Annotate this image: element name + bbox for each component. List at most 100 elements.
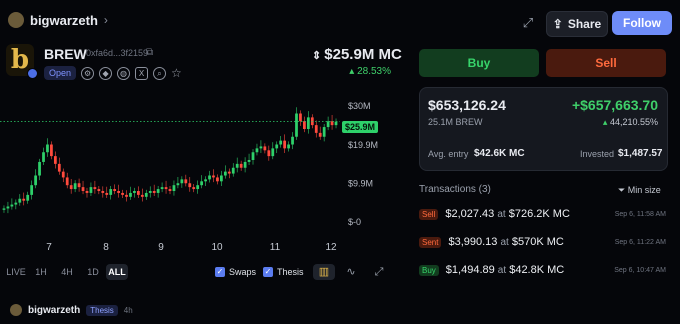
candle-body [251,152,255,160]
x-tick-label: 9 [158,242,164,253]
candle-chart-icon[interactable]: ▥ [313,264,335,280]
range-all[interactable]: ALL [106,264,128,280]
position-value: $653,126.24 [428,97,506,113]
search-icon[interactable]: ⌕ [153,66,167,80]
tx-mc: $42.8K MC [509,264,565,276]
candle-body [18,198,22,203]
candle-body [97,189,101,191]
avg-entry-value: $42.6K MC [474,148,525,159]
post-time: 4h [123,305,133,315]
candle-body [299,113,302,122]
market-cap: ⇕ $25.9M MC [312,46,402,63]
tx-summary: $3,990.13 at $570K MC [448,236,563,248]
follow-button[interactable]: Follow [612,11,672,35]
post-preview[interactable]: bigwarzeth Thesis 4h [10,304,133,316]
candle-body [283,140,287,149]
transaction-row[interactable]: Buy $1,494.89 at $42.8K MC Sep 6, 10:47 … [419,261,666,279]
candle-body [326,121,330,128]
y-tick-label: $30M [348,101,371,111]
candle-body [93,187,97,190]
candle-body [184,179,188,184]
share-button[interactable]: ⇪ Share [546,11,608,37]
x-icon[interactable]: X [135,66,149,80]
market-cap-change: ▴ 28.53% [340,66,391,77]
candle-body [42,152,45,162]
candle-body [275,144,279,149]
candle-body [295,113,298,137]
market-cap-value: $25.9M MC [324,46,402,63]
swaps-toggle[interactable]: ✓ Swaps [215,267,256,277]
globe-icon[interactable]: ◍ [117,66,131,80]
candle-body [133,191,136,193]
x-tick-label: 8 [103,242,109,253]
transaction-row[interactable]: Sent $3,990.13 at $570K MC Sep 6, 11:22 … [419,233,666,251]
range-1d[interactable]: 1D [82,264,104,280]
min-size-filter[interactable]: ⏷ Min size [618,185,661,196]
candle-body [105,192,109,195]
candle-body [196,185,200,190]
position-pnl: +$657,663.70 [571,97,658,113]
up-triangle-icon: ▴ [349,66,355,77]
candle-body [160,187,164,190]
candle-body [53,156,57,164]
candle-body [188,183,192,188]
candle-body [212,175,215,178]
fullscreen-icon[interactable]: ⤢ [368,264,390,280]
x-tick-label: 12 [325,242,337,253]
tx-mc: $570K MC [511,236,564,248]
star-icon[interactable]: ☆ [171,66,182,80]
tx-amount: $3,990.13 [448,236,498,248]
price-chart[interactable]: $30M $19.9M $9.9M $-0 7 8 9 10 11 12 [0,90,408,260]
candle-body [334,121,338,126]
buy-button[interactable]: Buy [419,49,539,77]
avg-entry-label: Avg. entry [428,149,469,159]
expand-icon[interactable]: ⤢ [518,13,538,33]
tx-type-badge: Sell [419,208,439,220]
candle-body [73,183,77,190]
candle-body [61,171,65,178]
line-chart-icon[interactable]: ∿ [340,264,362,280]
range-4h[interactable]: 4H [56,264,78,280]
profile-header[interactable]: bigwarzeth › [8,12,108,28]
candle-body [81,187,85,191]
thesis-toggle[interactable]: ✓ Thesis [263,267,304,277]
range-live[interactable]: LIVE [4,264,28,280]
chevron-right-icon: › [103,13,108,27]
tx-type-badge: Sent [419,236,442,248]
candle-body [26,194,30,201]
copy-icon[interactable]: ⧉ [146,47,153,58]
candle-body [259,146,263,149]
candle-body [306,117,310,129]
tx-time: Sep 6, 11:58 AM [614,210,666,218]
candle-body [152,191,156,193]
invested-label: Invested [580,149,615,159]
candle-body [227,171,231,174]
tx-time: Sep 6, 11:22 AM [614,238,666,246]
tx-time: Sep 6, 10:47 AM [614,266,666,274]
range-1h[interactable]: 1H [30,264,52,280]
candle-body [14,202,18,205]
min-size-label: Min size [627,185,661,195]
candle-body [136,191,140,195]
chain-icon[interactable]: ◆ [99,66,113,80]
settings-icon[interactable]: ⚙ [81,66,95,80]
candle-body [291,136,294,145]
candle-body [200,181,204,186]
candles-group [2,107,338,214]
candle-body [271,148,275,157]
verified-badge-icon [27,68,38,79]
swaps-checkbox-icon: ✓ [215,267,225,277]
filter-icon: ⏷ [618,185,628,195]
position-amount: 25.1M BREW [428,117,483,127]
sell-button[interactable]: Sell [546,49,666,77]
token-address[interactable]: 0xfa6d...3f2159 [86,48,148,58]
transaction-row[interactable]: Sell $2,027.43 at $726.2K MC Sep 6, 11:5… [419,205,666,223]
candle-body [117,191,120,193]
swaps-label: Swaps [229,267,257,277]
market-cap-change-value: 28.53% [357,66,391,77]
tx-mc: $726.2K MC [508,208,570,220]
x-tick-label: 10 [211,242,223,253]
candle-body [89,187,93,193]
candle-body [65,177,69,186]
candle-body [2,208,6,210]
